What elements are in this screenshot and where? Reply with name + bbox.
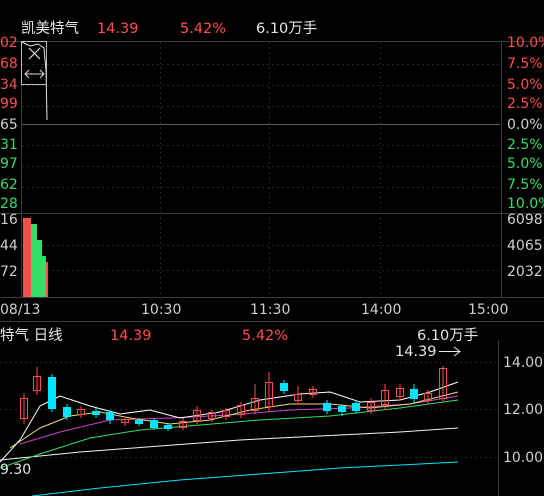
daily-change-pct: 5.42% xyxy=(242,328,289,344)
low-price-label: 9.30 xyxy=(0,462,32,478)
time-label: 15:00 xyxy=(468,302,509,318)
price-label: 62 xyxy=(0,177,18,193)
pct-label: 10.0% xyxy=(507,196,544,212)
price-label: 34 xyxy=(0,77,18,93)
vol-label-left: 72 xyxy=(0,264,18,280)
last-price-tag: 14.39 xyxy=(395,344,437,360)
pct-label: 0.0% xyxy=(507,117,543,133)
time-label: 11:30 xyxy=(250,302,291,318)
crosshair-box[interactable] xyxy=(21,41,47,85)
vol-label-right: 4065 xyxy=(507,238,543,254)
price-label: 28 xyxy=(0,196,18,212)
pct-label: 2.5% xyxy=(507,96,543,112)
price-label: 99 xyxy=(0,96,18,112)
time-label: 10:30 xyxy=(141,302,182,318)
price-label: 02 xyxy=(0,35,18,51)
price-label: 31 xyxy=(0,137,18,153)
time-label: 08/13 xyxy=(0,302,41,318)
daily-title: 特气 日线 xyxy=(0,328,63,344)
vol-label-right: 2032 xyxy=(507,264,543,280)
close-icon xyxy=(24,47,45,79)
pct-label: 7.5% xyxy=(507,56,543,72)
vol-label-right: 6098 xyxy=(507,212,543,228)
daily-axis-label: 12.00 xyxy=(503,402,544,418)
pct-label: 10.0% xyxy=(507,35,544,51)
chart-canvas xyxy=(0,41,544,496)
daily-axis-label: 10.00 xyxy=(503,450,544,466)
intraday-volume-bars xyxy=(23,218,48,297)
price-label: 97 xyxy=(0,156,18,172)
daily-candles xyxy=(20,366,447,431)
time-label: 14:00 xyxy=(361,302,402,318)
pct-label: 2.5% xyxy=(507,137,543,153)
vol-label-left: 16 xyxy=(0,212,18,228)
price-label: 68 xyxy=(0,56,18,72)
daily-volume: 6.10万手 xyxy=(417,328,479,344)
daily-axis-label: 14.00 xyxy=(503,355,544,371)
pct-label: 5.0% xyxy=(507,156,543,172)
pct-label: 7.5% xyxy=(507,177,543,193)
price-label: 65 xyxy=(0,117,18,133)
pct-label: 5.0% xyxy=(507,77,543,93)
daily-price: 14.39 xyxy=(110,328,152,344)
vol-label-left: 44 xyxy=(0,238,18,254)
